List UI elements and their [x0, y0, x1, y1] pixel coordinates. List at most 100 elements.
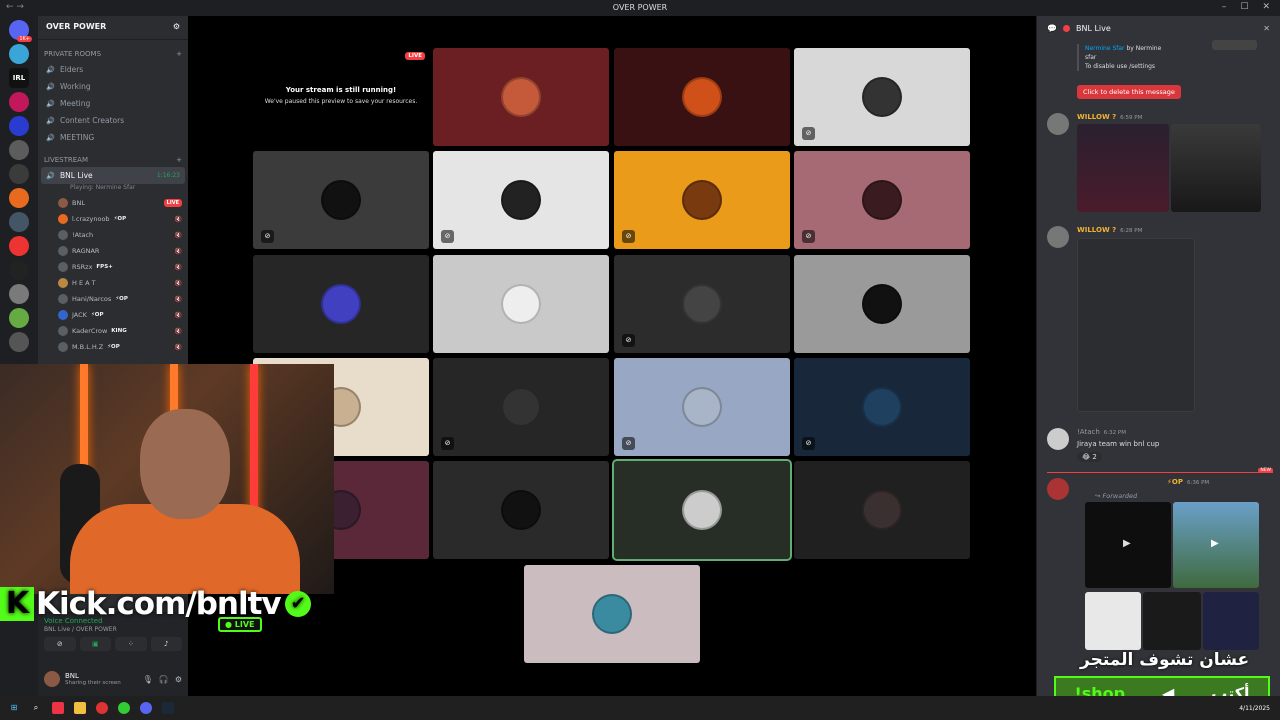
- attachment-image[interactable]: [1212, 40, 1257, 50]
- participant-tile[interactable]: ⊘: [433, 358, 609, 456]
- avatar: [682, 490, 722, 530]
- attachment-image[interactable]: [1171, 124, 1261, 212]
- participant-tile[interactable]: [433, 255, 609, 353]
- steam-icon[interactable]: [162, 702, 174, 714]
- speaker-icon: 🔊: [46, 133, 55, 142]
- server-icon[interactable]: [9, 212, 29, 232]
- screen-share-icon[interactable]: ▣: [79, 637, 111, 651]
- avatar: [682, 284, 722, 324]
- app-icon[interactable]: [96, 702, 108, 714]
- server-icon[interactable]: [9, 332, 29, 352]
- participant-tile[interactable]: ⊘: [614, 255, 790, 353]
- voice-member[interactable]: l.crazynoob ⚡OP 🔇: [38, 211, 188, 227]
- category-private-rooms[interactable]: PRIVATE ROOMS +: [38, 40, 188, 61]
- discord-icon[interactable]: [140, 702, 152, 714]
- voice-member[interactable]: Hani/Narcos ⚡OP 🔇: [38, 291, 188, 307]
- voice-member[interactable]: !Atach 🔇: [38, 227, 188, 243]
- headset-icon[interactable]: 🎧: [159, 675, 169, 684]
- server-icon[interactable]: [9, 116, 29, 136]
- server-header[interactable]: OVER POWER ⚙: [38, 16, 188, 40]
- participant-tile[interactable]: ⊘: [794, 48, 970, 146]
- avatar: [682, 180, 722, 220]
- forwarded-label: ↪ Forwarded: [1095, 492, 1138, 500]
- delete-message-button[interactable]: Click to delete this message: [1077, 85, 1181, 99]
- server-icon[interactable]: [9, 236, 29, 256]
- close-icon[interactable]: ✕: [1263, 24, 1270, 33]
- folder-icon[interactable]: [74, 702, 86, 714]
- participant-tile[interactable]: ⊘: [253, 151, 429, 249]
- voice-member[interactable]: KaderCrow KING 🔇: [38, 323, 188, 339]
- server-icon[interactable]: [9, 92, 29, 112]
- avatar[interactable]: [1047, 226, 1069, 248]
- mic-icon[interactable]: 🎙: [143, 675, 153, 684]
- attachment-video[interactable]: ▶: [1173, 502, 1259, 588]
- attachment-video[interactable]: ▶: [1085, 502, 1171, 588]
- chrome-icon[interactable]: [118, 702, 130, 714]
- search-icon[interactable]: ⌕: [30, 702, 42, 714]
- participant-tile[interactable]: ⊘: [614, 358, 790, 456]
- home-icon[interactable]: 1K+: [9, 20, 32, 42]
- avatar: [58, 326, 68, 336]
- participant-tile[interactable]: ⊘: [433, 151, 609, 249]
- server-icon[interactable]: [9, 188, 29, 208]
- avatar[interactable]: [1047, 428, 1069, 450]
- participant-tile[interactable]: ⊘: [794, 151, 970, 249]
- server-icon[interactable]: [9, 164, 29, 184]
- channel-item[interactable]: 🔊 Content Creators: [38, 112, 188, 129]
- server-icon[interactable]: [9, 308, 29, 328]
- participant-tile[interactable]: [794, 461, 970, 559]
- window-controls[interactable]: – ☐ ✕: [1222, 2, 1270, 12]
- start-icon[interactable]: ⊞: [8, 702, 20, 714]
- participant-tile[interactable]: [433, 461, 609, 559]
- attachment-image[interactable]: [1143, 592, 1201, 650]
- participant-tile[interactable]: [524, 565, 700, 663]
- taskbar-date: 4/11/2025: [1239, 705, 1270, 712]
- stream-paused-sub: We've paused this preview to save your r…: [264, 98, 418, 105]
- server-icon[interactable]: [9, 284, 29, 304]
- participant-tile[interactable]: [253, 255, 429, 353]
- server-icon[interactable]: [9, 140, 29, 160]
- participant-tile[interactable]: ⊘: [614, 151, 790, 249]
- channel-item[interactable]: 🔊 Meeting: [38, 95, 188, 112]
- activities-icon[interactable]: ⁘: [115, 637, 147, 651]
- attachment-image[interactable]: [1077, 124, 1169, 212]
- camera-off-icon[interactable]: ⊘: [44, 637, 76, 651]
- brave-icon[interactable]: [52, 702, 64, 714]
- avatar[interactable]: [1047, 113, 1069, 135]
- attachment-image[interactable]: [1077, 238, 1195, 412]
- stream-preview-tile[interactable]: LIVE Your stream is still running! We've…: [253, 48, 429, 146]
- participant-tile[interactable]: [614, 48, 790, 146]
- os-taskbar: ⊞ ⌕ 4/11/2025: [0, 696, 1280, 720]
- server-irl[interactable]: IRL: [9, 68, 29, 88]
- voice-member[interactable]: BNL LIVE: [38, 195, 188, 211]
- reaction-chip[interactable]: 😂 2: [1077, 452, 1102, 462]
- channel-item[interactable]: 🔊 Working: [38, 78, 188, 95]
- voice-member[interactable]: H E A T 🔇: [38, 275, 188, 291]
- avatar[interactable]: [1047, 478, 1069, 500]
- window-title: OVER POWER: [612, 3, 668, 12]
- soundboard-icon[interactable]: ♪: [150, 637, 182, 651]
- voice-member[interactable]: RAGNAR 🔇: [38, 243, 188, 259]
- participant-tile[interactable]: [433, 48, 609, 146]
- voice-member[interactable]: RSRzx FPS+ 🔇: [38, 259, 188, 275]
- voice-member[interactable]: M.B.L.H.Z ⚡OP 🔇: [38, 339, 188, 355]
- participant-tile[interactable]: ⊘: [794, 358, 970, 456]
- participant-tile[interactable]: [612, 459, 792, 561]
- voice-member[interactable]: JACK ⚡OP 🔇: [38, 307, 188, 323]
- streamer-head: [140, 409, 230, 519]
- mute-icon: 🔇: [174, 263, 182, 271]
- channel-active[interactable]: 🔊 BNL Live 1:16:23: [41, 167, 185, 184]
- attachment-image[interactable]: [1085, 592, 1141, 650]
- channel-item[interactable]: 🔊 MEETING: [38, 129, 188, 146]
- participant-tile[interactable]: [794, 255, 970, 353]
- category-livestream[interactable]: LIVESTREAM +: [38, 146, 188, 167]
- avatar: [58, 342, 68, 352]
- server-icon[interactable]: [9, 44, 29, 64]
- stream-paused-title: Your stream is still running!: [285, 86, 397, 94]
- gear-icon[interactable]: ⚙: [175, 675, 182, 684]
- channel-item[interactable]: 🔊 Elders: [38, 61, 188, 78]
- attachment-image[interactable]: [1203, 592, 1259, 650]
- server-icon[interactable]: [9, 260, 29, 280]
- avatar[interactable]: [44, 671, 60, 687]
- chat-header: 💬 BNL Live ✕: [1047, 23, 1270, 33]
